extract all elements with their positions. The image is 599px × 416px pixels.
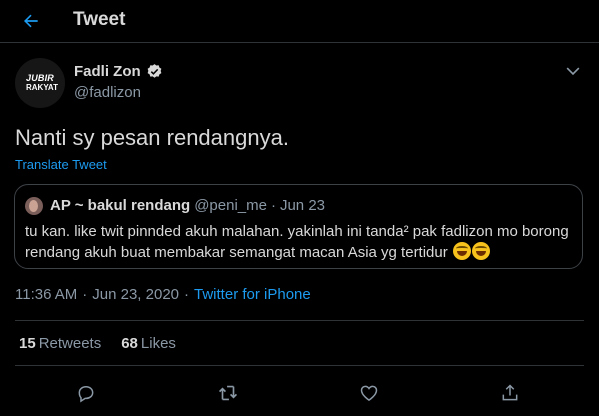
retweets-count: 15 [19,335,36,352]
meta-separator: · [82,286,88,303]
tears-of-joy-emoji-icon [452,242,471,260]
reply-button[interactable] [71,378,101,408]
like-button[interactable] [354,378,384,408]
retweets-label: Retweets [38,335,102,352]
quoted-author-name: AP ~ bakul rendang [50,197,191,214]
share-button[interactable] [495,378,525,408]
author-name[interactable]: Fadli Zon [74,63,163,80]
quoted-date: Jun 23 [279,197,326,214]
retweets-stat[interactable]: 15 Retweets [19,335,101,352]
chevron-down-icon[interactable] [563,61,583,81]
tears-of-joy-emoji-icon [471,242,490,260]
quoted-header: AP ~ bakul rendang @peni_me · Jun 23 [50,197,325,214]
divider [15,365,584,366]
tweet-time: 11:36 AM [15,286,78,303]
quoted-author-handle: @peni_me [194,197,267,214]
share-icon [502,384,518,401]
reply-icon [78,385,94,403]
quoted-avatar [25,197,43,215]
tweet-meta: 11:36 AM · Jun 23, 2020 · Twitter for iP… [15,286,311,303]
tweet-text: Nanti sy pesan rendangnya. [15,125,289,150]
likes-label: Likes [140,335,176,352]
back-button[interactable] [18,8,44,34]
divider [15,320,584,321]
avatar-logo-text-2: RAKYAT [25,83,58,92]
author-handle[interactable]: @fadlizon [74,84,141,101]
author-name-label: Fadli Zon [74,63,141,80]
translate-tweet-link[interactable]: Translate Tweet [15,157,107,172]
tweet-source-link[interactable]: Twitter for iPhone [194,286,311,303]
likes-count: 68 [121,335,138,352]
tweet-stats: 15 Retweets 68 Likes [19,335,176,352]
retweet-icon [218,385,238,401]
avatar[interactable]: JUBIR RAKYAT [15,58,65,108]
tweet-date: Jun 23, 2020 [92,286,180,303]
quoted-separator: · [270,197,276,214]
quoted-text: tu kan. like twit pinnded akuh malahan. … [25,222,575,263]
retweet-button[interactable] [213,378,243,408]
tweet-actions [0,378,599,408]
page-title: Tweet [73,9,126,30]
quoted-tweet[interactable]: AP ~ bakul rendang @peni_me · Jun 23 tu … [14,184,583,269]
avatar-logo-text: JUBIR [25,73,54,83]
top-header: Tweet [0,0,599,43]
arrow-left-icon [24,14,38,28]
likes-stat[interactable]: 68 Likes [121,335,176,352]
heart-icon [360,385,378,401]
meta-separator-2: · [184,286,190,303]
verified-badge-icon [147,64,162,78]
